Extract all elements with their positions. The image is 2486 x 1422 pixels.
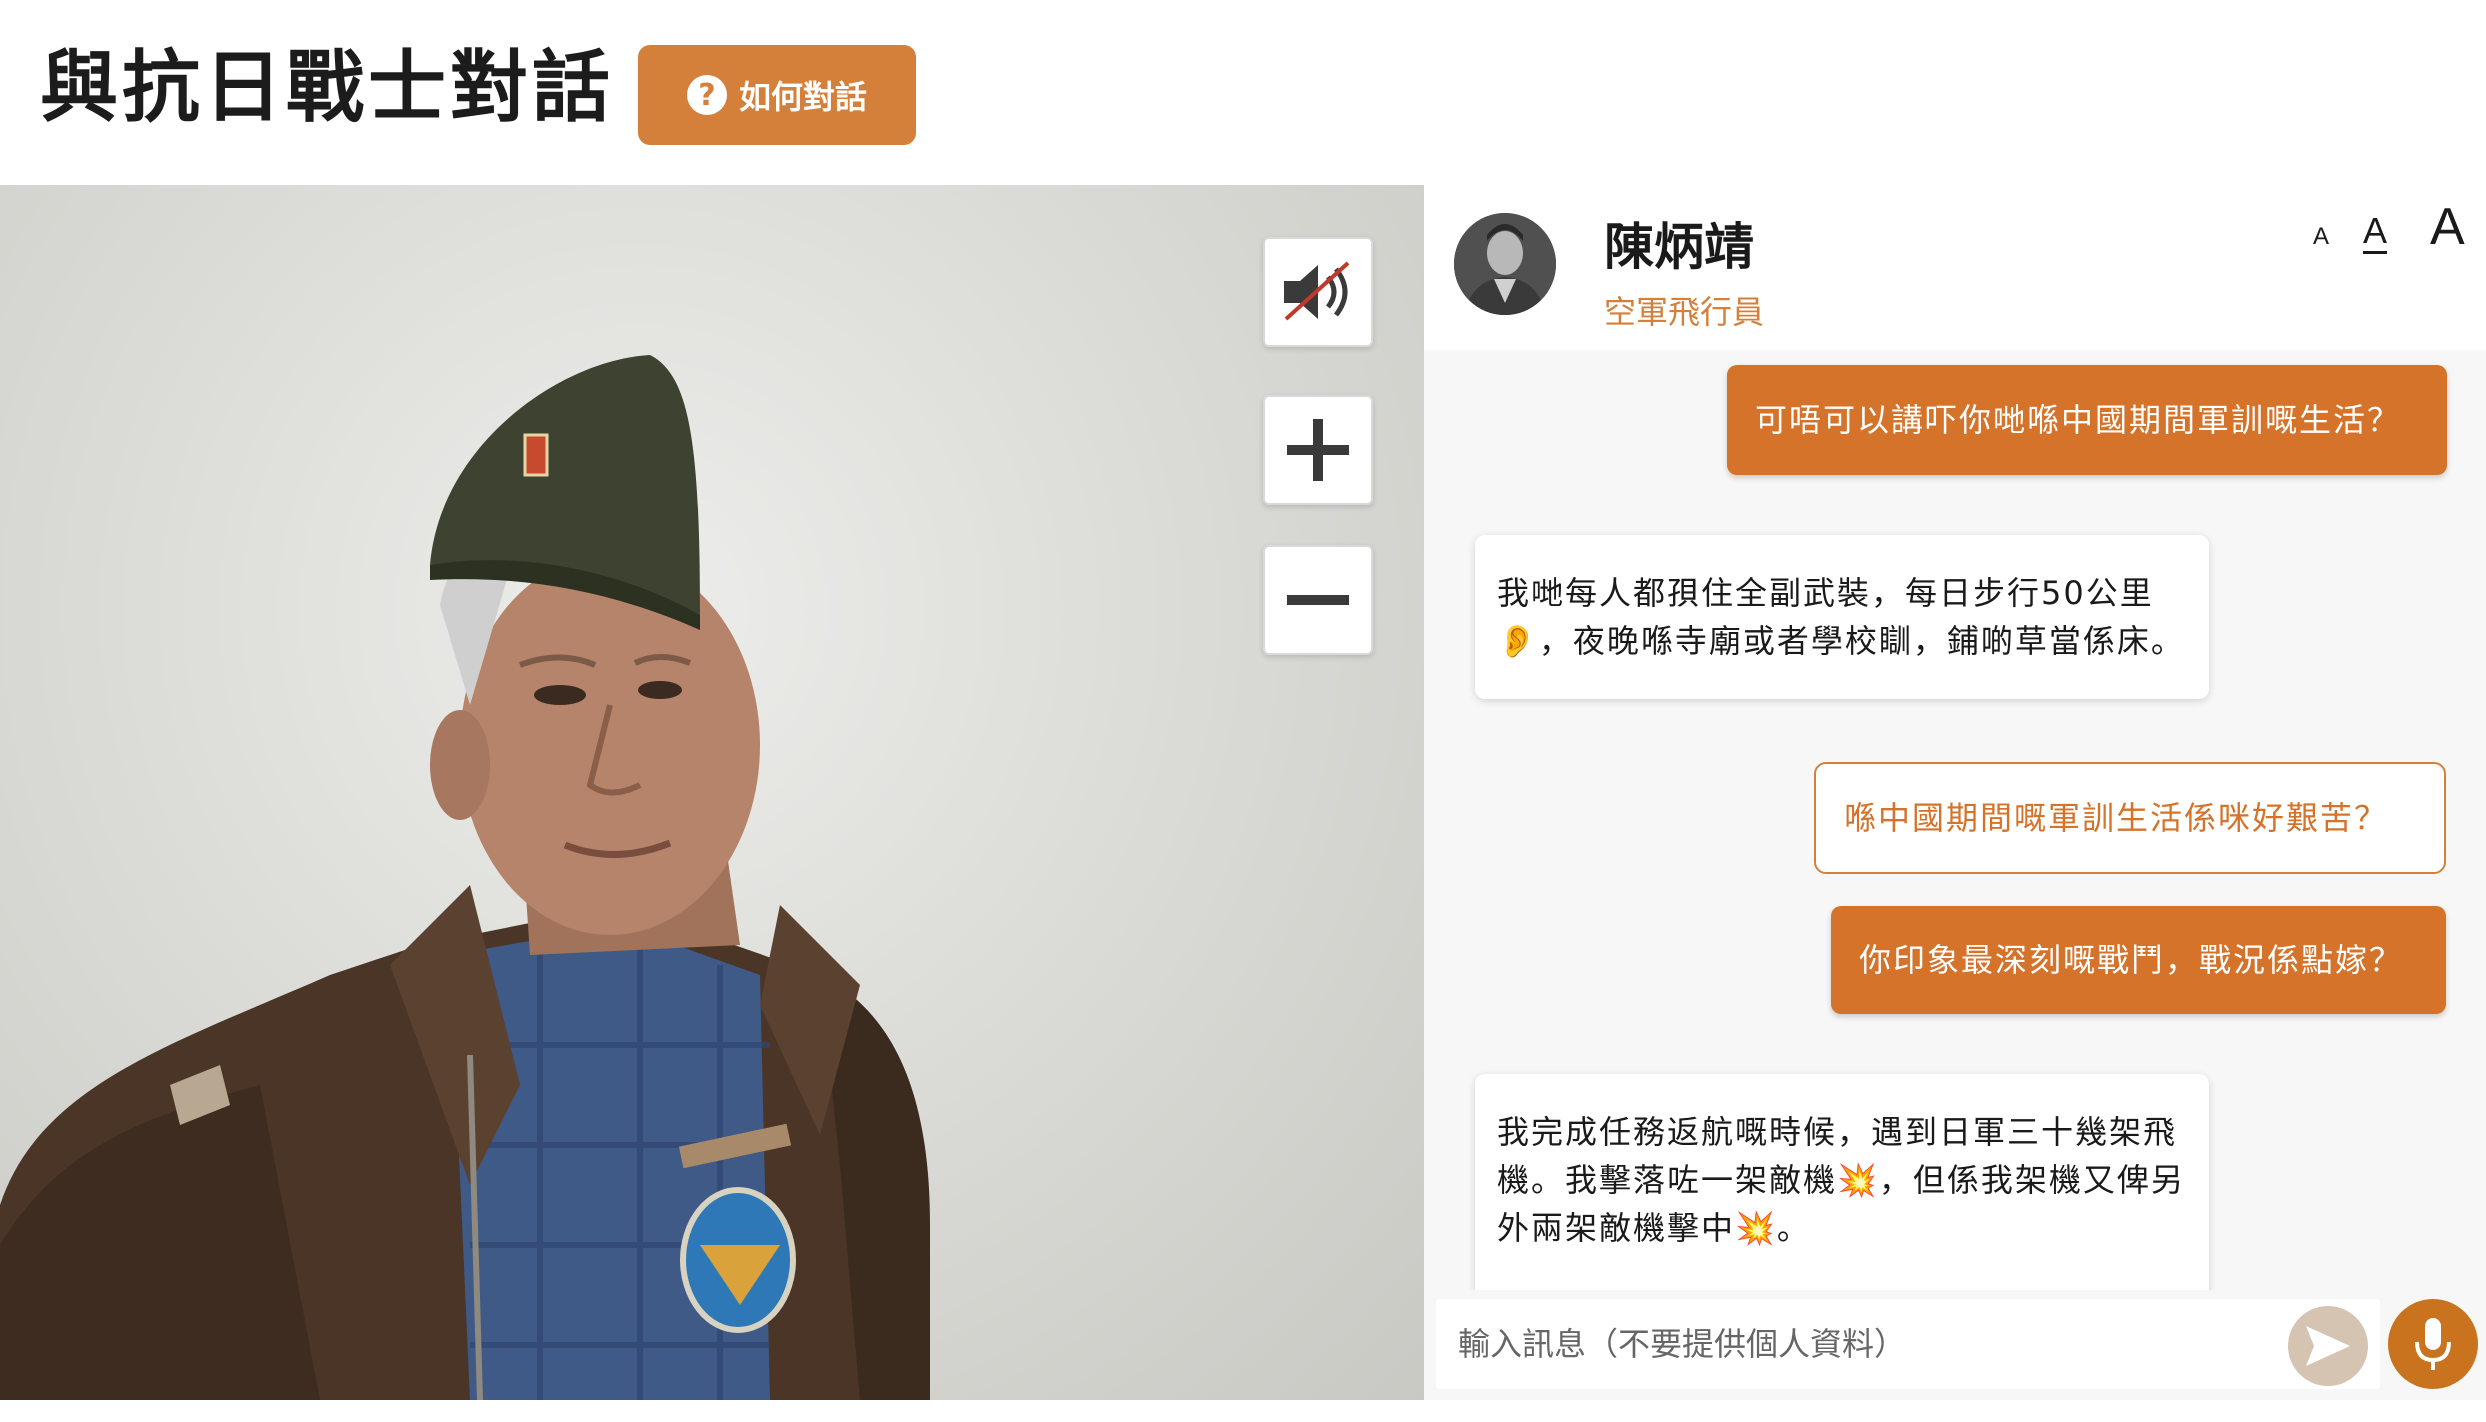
mute-toggle-button[interactable] (1263, 237, 1373, 347)
chat-header: 陳炳靖 空軍飛行員 A A A (1424, 185, 2486, 350)
avatar-scene[interactable] (0, 185, 1424, 1400)
chat-panel: 陳炳靖 空軍飛行員 A A A 可唔可以講吓你哋喺中國期間軍訓嘅生活？ 我哋每人… (1424, 185, 2486, 1400)
veteran-role: 空軍飛行員 (1604, 293, 1765, 331)
message-input-bar (1436, 1299, 2380, 1389)
speaker-muted-icon (1284, 261, 1350, 321)
question-circle-icon: ? (686, 75, 727, 115)
font-size-small-button[interactable]: A (2313, 223, 2329, 251)
suggested-question-button[interactable]: 喺中國期間嘅軍訓生活係咪好艱苦？ (1814, 762, 2446, 874)
how-to-chat-label: 如何對話 (738, 78, 867, 116)
suggested-question-text: 喺中國期間嘅軍訓生活係咪好艱苦？ (1844, 799, 2389, 837)
send-arrow-icon (2306, 1326, 2350, 1366)
veteran-avatar-image (0, 355, 930, 1400)
page-title: 與抗日戰士對話 (40, 43, 615, 133)
how-to-chat-button[interactable]: ? 如何對話 (638, 45, 916, 145)
veteran-name: 陳炳靖 (1604, 218, 1754, 276)
zoom-out-button[interactable] (1263, 545, 1373, 655)
minus-icon (1287, 595, 1349, 605)
user-message: 可唔可以講吓你哋喺中國期間軍訓嘅生活？ (1727, 365, 2447, 475)
microphone-button[interactable] (2388, 1299, 2478, 1389)
zoom-in-button[interactable] (1263, 395, 1373, 505)
message-input[interactable] (1436, 1299, 2276, 1389)
bot-message: 我完成任務返航嘅時候，遇到日軍三十幾架飛 機。我擊落咗一架敵機💥，但係我架機又俾… (1475, 1074, 2209, 1290)
font-size-medium-button[interactable]: A (2363, 211, 2388, 254)
user-message: 你印象最深刻嘅戰鬥，戰況係點嫁？ (1831, 906, 2446, 1014)
bot-message-line: 我哋每人都孭住全副武裝，每日步行50公里 (1497, 574, 2154, 612)
font-size-large-button[interactable]: A (2430, 197, 2465, 257)
plus-icon (1287, 419, 1349, 481)
send-button[interactable] (2288, 1306, 2368, 1386)
bot-message-line: 我完成任務返航嘅時候，遇到日軍三十幾架飛 (1497, 1113, 2178, 1151)
microphone-icon (2415, 1318, 2451, 1370)
profile-avatar (1454, 213, 1556, 315)
bot-message-line: 外兩架敵機擊中💥。 (1497, 1209, 1811, 1247)
user-message-text: 你印象最深刻嘅戰鬥，戰況係點嫁？ (1859, 941, 2404, 979)
bot-message: 我哋每人都孭住全副武裝，每日步行50公里 👂，夜晚喺寺廟或者學校瞓，鋪啲草當係床… (1475, 535, 2209, 699)
bot-message-line: 👂，夜晚喺寺廟或者學校瞓，鋪啲草當係床。 (1497, 622, 2185, 660)
user-message-text: 可唔可以講吓你哋喺中國期間軍訓嘅生活？ (1755, 401, 2402, 439)
header: 與抗日戰士對話 ? 如何對話 (0, 0, 2486, 185)
message-list[interactable]: 可唔可以講吓你哋喺中國期間軍訓嘅生活？ 我哋每人都孭住全副武裝，每日步行50公里… (1424, 350, 2486, 1290)
bot-message-line: 機。我擊落咗一架敵機💥，但係我架機又俾另 (1497, 1161, 2185, 1199)
